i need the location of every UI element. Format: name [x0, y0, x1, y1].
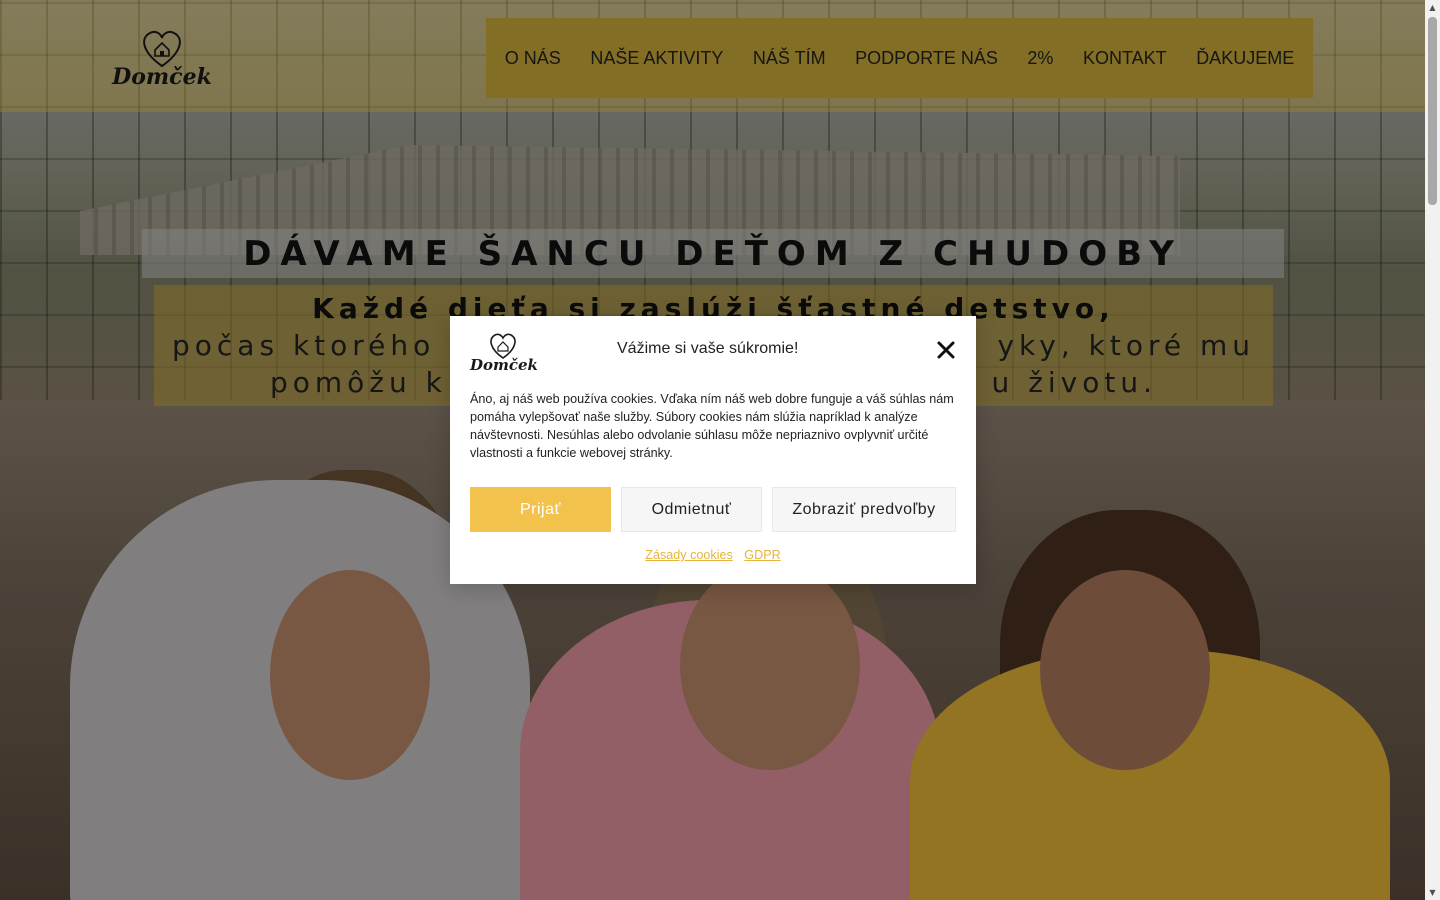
cookie-dialog-logo: Domček	[470, 330, 538, 374]
deny-cookies-button[interactable]: Odmietnuť	[621, 487, 762, 532]
view-preferences-button[interactable]: Zobraziť predvoľby	[772, 487, 956, 532]
cookie-dialog-title: Vážime si vaše súkromie!	[617, 340, 799, 357]
cookie-dialog-links: Zásady cookies GDPR	[450, 548, 976, 562]
scroll-up-arrow-icon[interactable]: ▲	[1425, 0, 1440, 15]
cookie-consent-dialog: Domček Vážime si vaše súkromie! Áno, aj …	[450, 316, 976, 584]
page-scrollbar[interactable]: ▲ ▼	[1425, 0, 1440, 900]
accept-cookies-button[interactable]: Prijať	[470, 487, 611, 532]
gdpr-link[interactable]: GDPR	[744, 548, 780, 562]
cookie-policy-link[interactable]: Zásady cookies	[645, 548, 733, 562]
cookie-dialog-message: Áno, aj náš web používa cookies. Vďaka n…	[470, 392, 954, 460]
close-icon[interactable]	[934, 338, 958, 362]
close-icon-glyph	[937, 341, 955, 359]
cookie-dialog-logo-text: Domček	[470, 356, 538, 374]
scrollbar-thumb[interactable]	[1428, 17, 1437, 205]
scroll-down-arrow-icon[interactable]: ▼	[1425, 885, 1440, 900]
